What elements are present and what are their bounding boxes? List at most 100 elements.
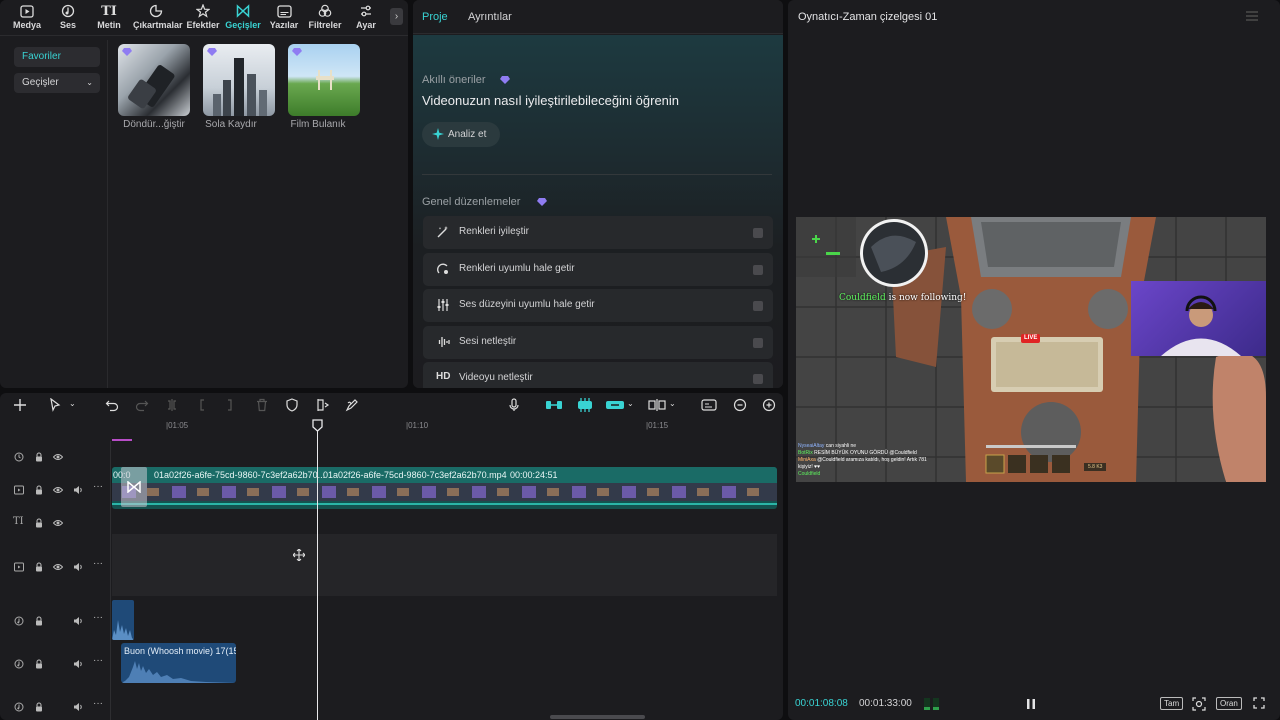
track-header-audio-2: ···: [0, 655, 110, 671]
preview-axis-icon[interactable]: [648, 398, 666, 412]
lock-icon[interactable]: [34, 659, 44, 669]
split-left-icon[interactable]: [195, 398, 209, 412]
freeze-frame-icon[interactable]: [316, 398, 330, 412]
option-match-colors[interactable]: Renkleri uyumlu hale getir: [423, 253, 773, 286]
toolbar-label: Yazılar: [269, 20, 299, 30]
option-toggle[interactable]: [753, 374, 763, 384]
eye-icon[interactable]: [53, 518, 63, 528]
speaker-icon[interactable]: [73, 485, 83, 495]
option-toggle[interactable]: [753, 228, 763, 238]
lock-icon[interactable]: [34, 518, 44, 528]
option-clarify-audio[interactable]: Sesi netleştir: [423, 326, 773, 359]
speaker-icon[interactable]: [73, 659, 83, 669]
toolbar-filters[interactable]: Filtreler: [304, 3, 346, 33]
linkage-icon[interactable]: [605, 399, 625, 411]
chevron-down-icon[interactable]: ⌄: [69, 399, 76, 408]
chevron-down-icon[interactable]: ⌄: [669, 399, 676, 408]
move-cursor-icon: [293, 549, 305, 561]
adjust-icon: [361, 5, 371, 17]
toolbar-more-button[interactable]: ›: [390, 8, 403, 25]
transition-marker[interactable]: [121, 467, 147, 507]
sticker-icon: [149, 4, 163, 18]
option-enhance-colors[interactable]: Renkleri iyileştir: [423, 216, 773, 249]
lock-icon[interactable]: [34, 702, 44, 712]
lock-icon[interactable]: [34, 616, 44, 626]
eye-icon[interactable]: [53, 452, 63, 462]
audio-clip-whoosh[interactable]: Buon (Whoosh movie) 17(150: [121, 643, 236, 683]
properties-panel: Proje Ayrıntılar Akıllı öneriler Videonu…: [413, 0, 783, 388]
track-header-audio-3: ···: [0, 698, 110, 714]
option-match-volume[interactable]: Ses düzeyini uyumlu hale getir: [423, 289, 773, 322]
timeline-scrollbar[interactable]: [550, 715, 645, 719]
toolbar-text[interactable]: TI Metin: [88, 3, 130, 33]
video-preview[interactable]: Couldfield is now following! LIVE Nyseai…: [796, 217, 1266, 482]
toolbar-media[interactable]: Medya: [6, 3, 48, 33]
delete-icon[interactable]: [255, 398, 269, 412]
option-toggle[interactable]: [753, 265, 763, 275]
toolbar-transitions[interactable]: Geçişler: [222, 3, 264, 33]
more-options-icon[interactable]: ···: [93, 698, 103, 709]
edit-pen-icon[interactable]: [345, 398, 359, 412]
transition-thumb-slide-left[interactable]: [203, 44, 275, 116]
sidebar-item-category[interactable]: Geçişler ⌄: [14, 73, 100, 93]
toolbar-effects[interactable]: Efektler: [182, 3, 224, 33]
speaker-icon[interactable]: [73, 562, 83, 572]
speaker-icon[interactable]: [73, 702, 83, 712]
undo-icon[interactable]: [105, 398, 119, 412]
toolbar-captions[interactable]: Yazılar: [263, 3, 305, 33]
sidebar-item-favorites[interactable]: Favoriler: [14, 47, 100, 67]
toolbar-adjust[interactable]: Ayar: [345, 3, 387, 33]
main-video-clip[interactable]: 00:0 01a02f26-a6fe-75cd-9860-7c3ef2a62b7…: [112, 467, 777, 509]
option-sharpen-video[interactable]: HD Videoyu netleştir: [423, 362, 773, 388]
menu-icon[interactable]: [1246, 11, 1258, 21]
lock-icon[interactable]: [34, 485, 44, 495]
auto-snap-icon[interactable]: [576, 398, 594, 412]
zoom-fit-icon[interactable]: [1192, 697, 1206, 711]
analyze-button[interactable]: Analiz et: [422, 122, 500, 147]
overlay-track-area[interactable]: [112, 534, 777, 596]
captions-toggle-icon[interactable]: [701, 399, 717, 411]
clip2-name: 01a02f26-a6fe-75cd-9860-7c3ef2a62b70.mp4: [323, 470, 507, 480]
eye-icon[interactable]: [53, 562, 63, 572]
zoom-in-icon[interactable]: [762, 398, 776, 412]
more-options-icon[interactable]: ···: [93, 655, 103, 666]
effects-icon: [196, 4, 210, 18]
tab-project[interactable]: Proje: [422, 11, 448, 23]
pointer-icon[interactable]: [48, 398, 62, 412]
pause-icon[interactable]: [1026, 698, 1036, 710]
speaker-icon[interactable]: [73, 616, 83, 626]
playhead-line[interactable]: [317, 423, 318, 720]
ratio-button[interactable]: Oran: [1216, 697, 1242, 710]
redo-icon[interactable]: [135, 398, 149, 412]
microphone-icon[interactable]: [507, 398, 521, 412]
toolbar-stickers[interactable]: Çıkartmalar: [133, 3, 183, 33]
sliders-icon: [437, 299, 449, 311]
video-track-icon: [14, 562, 24, 572]
option-toggle[interactable]: [753, 338, 763, 348]
audio-clip-small[interactable]: [112, 600, 134, 640]
split-right-icon[interactable]: [223, 398, 237, 412]
chevron-down-icon[interactable]: ⌄: [627, 399, 634, 408]
magnet-link-icon[interactable]: [545, 399, 563, 411]
timeline-ruler[interactable]: |01:05 |01:10 |01:15: [110, 417, 783, 441]
option-toggle[interactable]: [753, 301, 763, 311]
eye-icon[interactable]: [53, 485, 63, 495]
webcam-overlay: [1131, 281, 1266, 356]
toolbar-label: Filtreler: [308, 20, 342, 30]
expand-icon[interactable]: [1253, 697, 1265, 709]
zoom-out-icon[interactable]: [733, 398, 747, 412]
more-options-icon[interactable]: ···: [93, 612, 103, 623]
more-options-icon[interactable]: ···: [93, 481, 103, 492]
add-track-icon[interactable]: [13, 398, 27, 412]
more-options-icon[interactable]: ···: [93, 558, 103, 569]
lock-icon[interactable]: [34, 562, 44, 572]
split-icon[interactable]: [165, 398, 179, 412]
transition-thumb-film-blur[interactable]: [288, 44, 360, 116]
tab-details[interactable]: Ayrıntılar: [468, 11, 512, 23]
shield-icon[interactable]: [285, 398, 299, 412]
lock-icon[interactable]: [34, 452, 44, 462]
playhead-handle-icon[interactable]: [312, 419, 323, 432]
fullscreen-button[interactable]: Tam: [1160, 697, 1184, 710]
toolbar-audio[interactable]: Ses: [47, 3, 89, 33]
transition-thumb-rotate[interactable]: [118, 44, 190, 116]
